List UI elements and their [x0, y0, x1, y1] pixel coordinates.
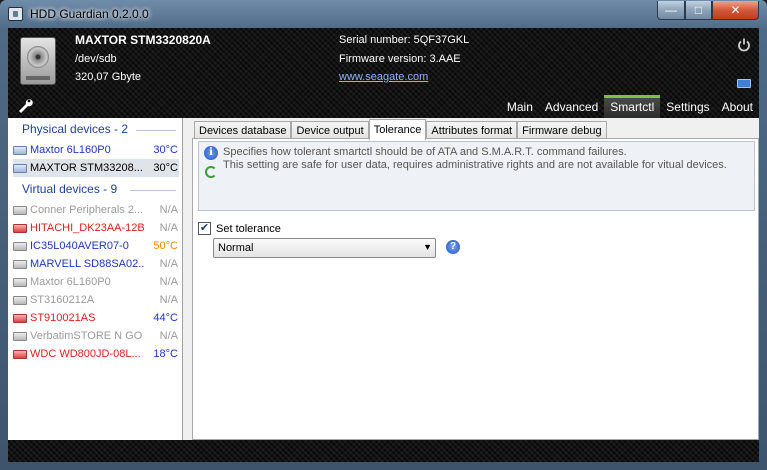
hdd-icon	[13, 145, 27, 155]
device-name: ST910021AS	[30, 312, 96, 324]
chevron-down-icon: ▼	[423, 242, 432, 252]
hard-drive-icon	[20, 37, 56, 85]
help-icon[interactable]: ?	[446, 240, 460, 254]
close-button[interactable]: ✕	[712, 1, 759, 20]
info-icon: i	[204, 146, 218, 160]
device-name: ST3160212A	[30, 294, 95, 306]
tolerance-select-value: Normal	[218, 242, 254, 254]
menu-about[interactable]: About	[716, 95, 759, 118]
device-item[interactable]: MAXTOR STM33208... 30°C	[13, 159, 179, 177]
tolerance-select[interactable]: Normal ▼	[213, 238, 436, 258]
device-temperature: 18°C	[153, 348, 178, 360]
device-temperature: N/A	[159, 330, 178, 342]
hdd-icon	[13, 331, 27, 341]
hdd-icon	[13, 295, 27, 305]
device-name: MAXTOR STM33208...	[30, 162, 143, 174]
device-temperature: 44°C	[153, 312, 178, 324]
manufacturer-link[interactable]: www.seagate.com	[339, 71, 428, 83]
divider	[136, 130, 176, 131]
device-item[interactable]: MARVELL SD88SA02... N/A	[13, 255, 179, 273]
main-menu: Main Advanced Smartctl Settings About	[501, 95, 759, 118]
app-icon	[8, 7, 23, 21]
spiral-icon	[205, 166, 217, 178]
device-item[interactable]: WDC WD800JD-08L... 18°C	[13, 345, 179, 363]
device-name: HITACHI_DK23AA-12B	[30, 222, 145, 234]
set-tolerance-label: Set tolerance	[216, 222, 281, 235]
power-icon[interactable]	[736, 37, 752, 53]
device-name: VerbatimSTORE N GO	[30, 330, 143, 342]
hdd-icon	[13, 163, 27, 173]
menu-main[interactable]: Main	[501, 95, 539, 118]
footer-bar	[8, 440, 759, 462]
tolerance-page: i Specifies how tolerant smartctl should…	[192, 138, 759, 440]
info-text-line2: This setting are safe for user data, req…	[223, 159, 727, 171]
device-name: Maxtor 6L160P0	[30, 144, 111, 156]
wrench-icon[interactable]	[17, 97, 33, 113]
device-temperature: N/A	[159, 222, 178, 234]
device-item[interactable]: VerbatimSTORE N GO N/A	[13, 327, 179, 345]
device-name: Maxtor 6L160P0	[30, 276, 111, 288]
menu-smartctl[interactable]: Smartctl	[604, 95, 661, 118]
device-item[interactable]: Maxtor 6L160P0 30°C	[13, 141, 179, 159]
firmware-version: Firmware version: 3.AAE	[339, 53, 461, 65]
app-window: HDD Guardian 0.2.0.0 — □ ✕ MAXTOR STM332…	[0, 0, 767, 470]
hdd-icon	[13, 223, 27, 233]
device-temperature: N/A	[159, 258, 178, 270]
device-item[interactable]: ST910021AS 44°C	[13, 309, 179, 327]
body-panel: Physical devices - 2 Virtual devices - 9…	[8, 118, 759, 440]
hdd-icon	[13, 205, 27, 215]
set-tolerance-checkbox[interactable]: ✔	[198, 222, 211, 235]
physical-devices-title: Physical devices - 2	[22, 122, 129, 136]
device-temperature: N/A	[159, 294, 178, 306]
device-temperature: 30°C	[153, 144, 178, 156]
device-temperature: N/A	[159, 276, 178, 288]
drive-capacity: 320,07 Gbyte	[75, 71, 142, 83]
hdd-icon	[13, 259, 27, 269]
hdd-icon	[13, 349, 27, 359]
set-tolerance-row[interactable]: ✔ Set tolerance	[198, 222, 281, 235]
settings-tabs: Devices database Device output Tolerance At…	[194, 119, 607, 140]
client-area: MAXTOR STM3320820A /dev/sdb 320,07 Gbyte…	[8, 28, 759, 462]
virtual-devices-title: Virtual devices - 9	[22, 182, 118, 196]
hdd-icon	[13, 241, 27, 251]
drive-header: MAXTOR STM3320820A /dev/sdb 320,07 Gbyte…	[8, 28, 759, 123]
divider	[130, 190, 176, 191]
device-name: WDC WD800JD-08L...	[30, 348, 141, 360]
maximize-button[interactable]: □	[685, 1, 712, 20]
device-item[interactable]: HITACHI_DK23AA-12B N/A	[13, 219, 179, 237]
device-item[interactable]: Conner Peripherals 2... N/A	[13, 201, 179, 219]
title-bar[interactable]: HDD Guardian 0.2.0.0 — □ ✕	[0, 0, 767, 28]
drive-model: MAXTOR STM3320820A	[75, 33, 211, 47]
device-item[interactable]: ST3160212A N/A	[13, 291, 179, 309]
settings-content: Devices database Device output Tolerance At…	[191, 118, 759, 440]
device-sidebar: Physical devices - 2 Virtual devices - 9…	[8, 118, 183, 440]
screen-icon[interactable]	[737, 79, 751, 88]
device-item[interactable]: Maxtor 6L160P0 N/A	[13, 273, 179, 291]
device-temperature: 50°C	[153, 240, 178, 252]
hdd-icon	[13, 313, 27, 323]
serial-number: Serial number: 5QF37GKL	[339, 34, 470, 46]
minimize-button[interactable]: —	[657, 1, 685, 20]
menu-advanced[interactable]: Advanced	[539, 95, 604, 118]
device-temperature: 30°C	[153, 162, 178, 174]
device-item[interactable]: IC35L040AVER07-0 50°C	[13, 237, 179, 255]
hdd-icon	[13, 277, 27, 287]
info-box: i Specifies how tolerant smartctl should…	[198, 141, 755, 211]
tab-tolerance[interactable]: Tolerance	[368, 119, 427, 140]
device-name: IC35L040AVER07-0	[30, 240, 129, 252]
device-name: MARVELL SD88SA02...	[30, 258, 145, 270]
menu-settings[interactable]: Settings	[660, 95, 715, 118]
drive-path: /dev/sdb	[75, 53, 117, 65]
window-title: HDD Guardian 0.2.0.0	[30, 7, 149, 21]
device-temperature: N/A	[159, 204, 178, 216]
device-name: Conner Peripherals 2...	[30, 204, 144, 216]
info-text-line1: Specifies how tolerant smartctl should b…	[223, 146, 627, 158]
